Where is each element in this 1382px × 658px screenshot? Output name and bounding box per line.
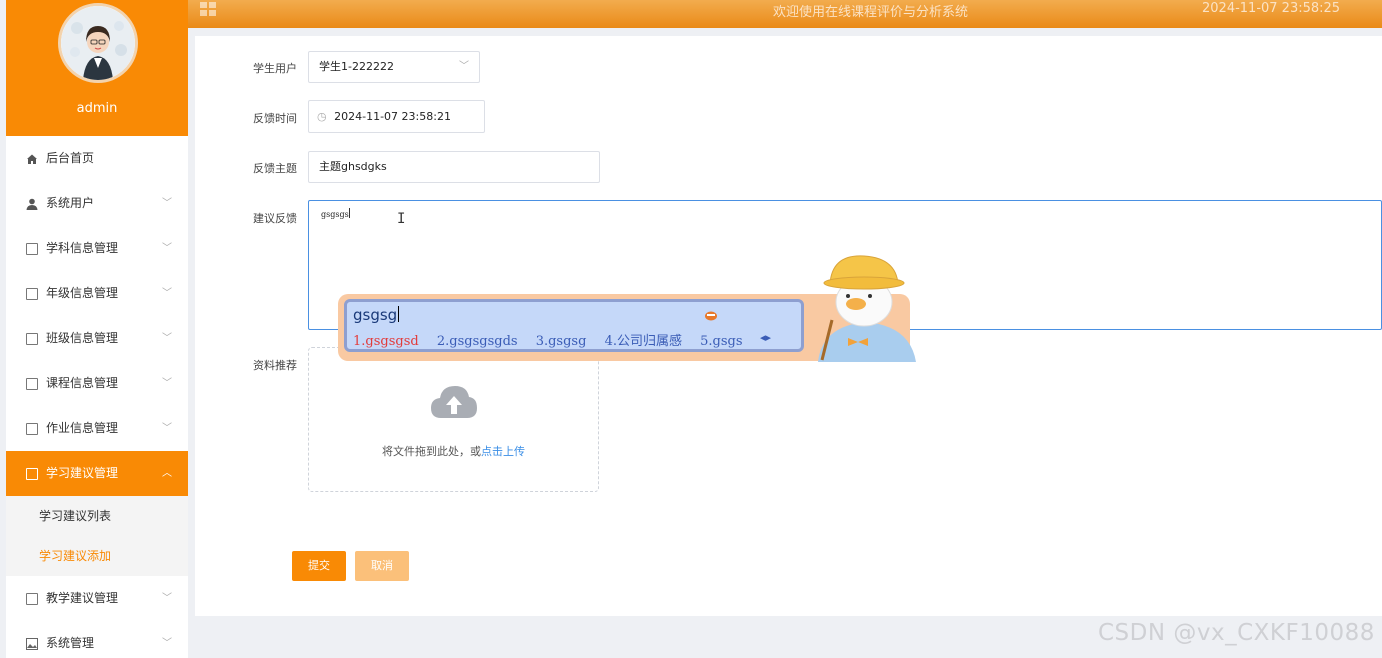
sidebar-item-course[interactable]: 课程信息管理 ﹀ xyxy=(6,361,188,406)
suggestion-value: gsgsgs xyxy=(321,210,349,219)
sidebar-item-label: 作业信息管理 xyxy=(46,421,119,435)
document-icon xyxy=(26,468,38,480)
document-icon xyxy=(26,593,38,605)
user-icon xyxy=(26,198,38,210)
chevron-down-icon: ﹀ xyxy=(162,333,172,344)
sidebar-item-system[interactable]: 系统管理 ﹀ xyxy=(6,621,188,658)
subject-label: 反馈主题 xyxy=(253,162,297,175)
ime-candidate-window: gsgsg 1.gsgsgsd 2.gsgsgsgds 3.gsgsg 4.公司… xyxy=(344,299,804,352)
sidebar-item-study-advice[interactable]: 学习建议管理 ︿ xyxy=(6,451,188,496)
top-header: 欢迎使用在线课程评价与分析系统 2024-11-07 23:58:25 xyxy=(188,0,1382,28)
upload-label: 资料推荐 xyxy=(253,359,297,372)
home-icon xyxy=(27,154,37,164)
image-icon xyxy=(26,638,38,650)
ime-page-arrows-icon[interactable]: ◂▸ xyxy=(760,331,771,344)
header-title: 欢迎使用在线课程评价与分析系统 xyxy=(773,5,969,20)
sidebar-item-homework[interactable]: 作业信息管理 ﹀ xyxy=(6,406,188,451)
submit-button[interactable]: 提交 xyxy=(292,551,346,581)
student-select-value: 学生1-222222 xyxy=(319,60,394,73)
sidebar-item-home[interactable]: 后台首页 xyxy=(6,136,188,181)
chevron-up-icon: ︿ xyxy=(162,468,172,479)
ime-candidate[interactable]: 2.gsgsgsgds xyxy=(437,334,518,349)
time-value: 2024-11-07 23:58:21 xyxy=(334,110,451,123)
student-select[interactable]: 学生1-222222 ﹀ xyxy=(308,51,480,83)
sidebar-item-label: 教学建议管理 xyxy=(46,591,119,605)
upload-hint-text: 将文件拖到此处，或 xyxy=(382,445,481,458)
chevron-down-icon: ﹀ xyxy=(162,638,172,649)
chevron-down-icon: ﹀ xyxy=(162,423,172,434)
sidebar-item-label: 系统用户 xyxy=(46,196,95,210)
profile-panel: admin xyxy=(6,0,188,136)
sidebar-subitem-advice-list[interactable]: 学习建议列表 xyxy=(6,496,188,536)
sidebar-item-grade[interactable]: 年级信息管理 ﹀ xyxy=(6,271,188,316)
document-icon xyxy=(26,243,38,255)
sidebar-item-label: 班级信息管理 xyxy=(46,331,119,345)
emoji-icon[interactable] xyxy=(705,311,717,321)
ime-candidate[interactable]: 4.公司归属感 xyxy=(605,334,682,349)
subject-input[interactable]: 主题ghsdgks xyxy=(308,151,600,183)
watermark: CSDN @vx_CXKF10088 xyxy=(1098,620,1375,646)
document-icon xyxy=(26,288,38,300)
chevron-down-icon: ﹀ xyxy=(162,288,172,299)
sidebar-item-class[interactable]: 班级信息管理 ﹀ xyxy=(6,316,188,361)
ime-candidate[interactable]: 1.gsgsgsd xyxy=(353,334,419,349)
file-upload-dropzone[interactable]: 将文件拖到此处，或点击上传 xyxy=(308,347,599,492)
sidebar-item-label: 课程信息管理 xyxy=(46,376,119,390)
header-datetime: 2024-11-07 23:58:25 xyxy=(1202,1,1341,16)
sidebar-item-teaching-advice[interactable]: 教学建议管理 ﹀ xyxy=(6,576,188,621)
clock-icon: ◷ xyxy=(317,110,327,123)
student-label: 学生用户 xyxy=(253,62,297,75)
chevron-down-icon: ﹀ xyxy=(162,243,172,254)
time-label: 反馈时间 xyxy=(253,112,297,125)
click-upload-link[interactable]: 点击上传 xyxy=(481,445,525,458)
suggestion-label: 建议反馈 xyxy=(253,212,297,225)
ime-composition: gsgsg xyxy=(353,306,398,324)
text-cursor-icon: I xyxy=(397,211,406,227)
grid-menu-icon[interactable] xyxy=(200,2,216,16)
username: admin xyxy=(76,101,118,116)
sidebar-item-subject[interactable]: 学科信息管理 ﹀ xyxy=(6,226,188,271)
chevron-down-icon: ﹀ xyxy=(162,198,172,209)
time-picker[interactable]: ◷ 2024-11-07 23:58:21 xyxy=(308,100,485,133)
sidebar-subitem-advice-add[interactable]: 学习建议添加 xyxy=(6,536,188,576)
sidebar-item-label: 学科信息管理 xyxy=(46,241,119,255)
chevron-down-icon: ﹀ xyxy=(162,378,172,389)
sidebar-item-label: 年级信息管理 xyxy=(46,286,119,300)
sidebar-item-label: 系统管理 xyxy=(46,636,95,650)
document-icon xyxy=(26,423,38,435)
cancel-button[interactable]: 取消 xyxy=(355,551,409,581)
duck-mascot-icon xyxy=(818,255,916,362)
sidebar-item-label: 后台首页 xyxy=(46,151,95,165)
avatar xyxy=(58,3,138,83)
sidebar: admin 后台首页 系统用户 ﹀ 学科信息管理 ﹀ 年级信息管理 ﹀ 班级信息… xyxy=(6,0,188,658)
chevron-down-icon: ﹀ xyxy=(459,61,469,72)
ime-candidate[interactable]: 3.gsgsg xyxy=(536,334,587,349)
ime-candidate-list: 1.gsgsgsd 2.gsgsgsgds 3.gsgsg 4.公司归属感 5.… xyxy=(353,330,757,349)
upload-hint: 将文件拖到此处，或点击上传 xyxy=(309,443,598,459)
cloud-upload-icon xyxy=(431,386,477,418)
document-icon xyxy=(26,378,38,390)
document-icon xyxy=(26,333,38,345)
sidebar-item-system-users[interactable]: 系统用户 ﹀ xyxy=(6,181,188,226)
ime-candidate[interactable]: 5.gsgs xyxy=(700,334,742,349)
sidebar-item-label: 学习建议管理 xyxy=(46,466,119,480)
subject-value: 主题ghsdgks xyxy=(319,160,387,173)
chevron-down-icon: ﹀ xyxy=(162,593,172,604)
